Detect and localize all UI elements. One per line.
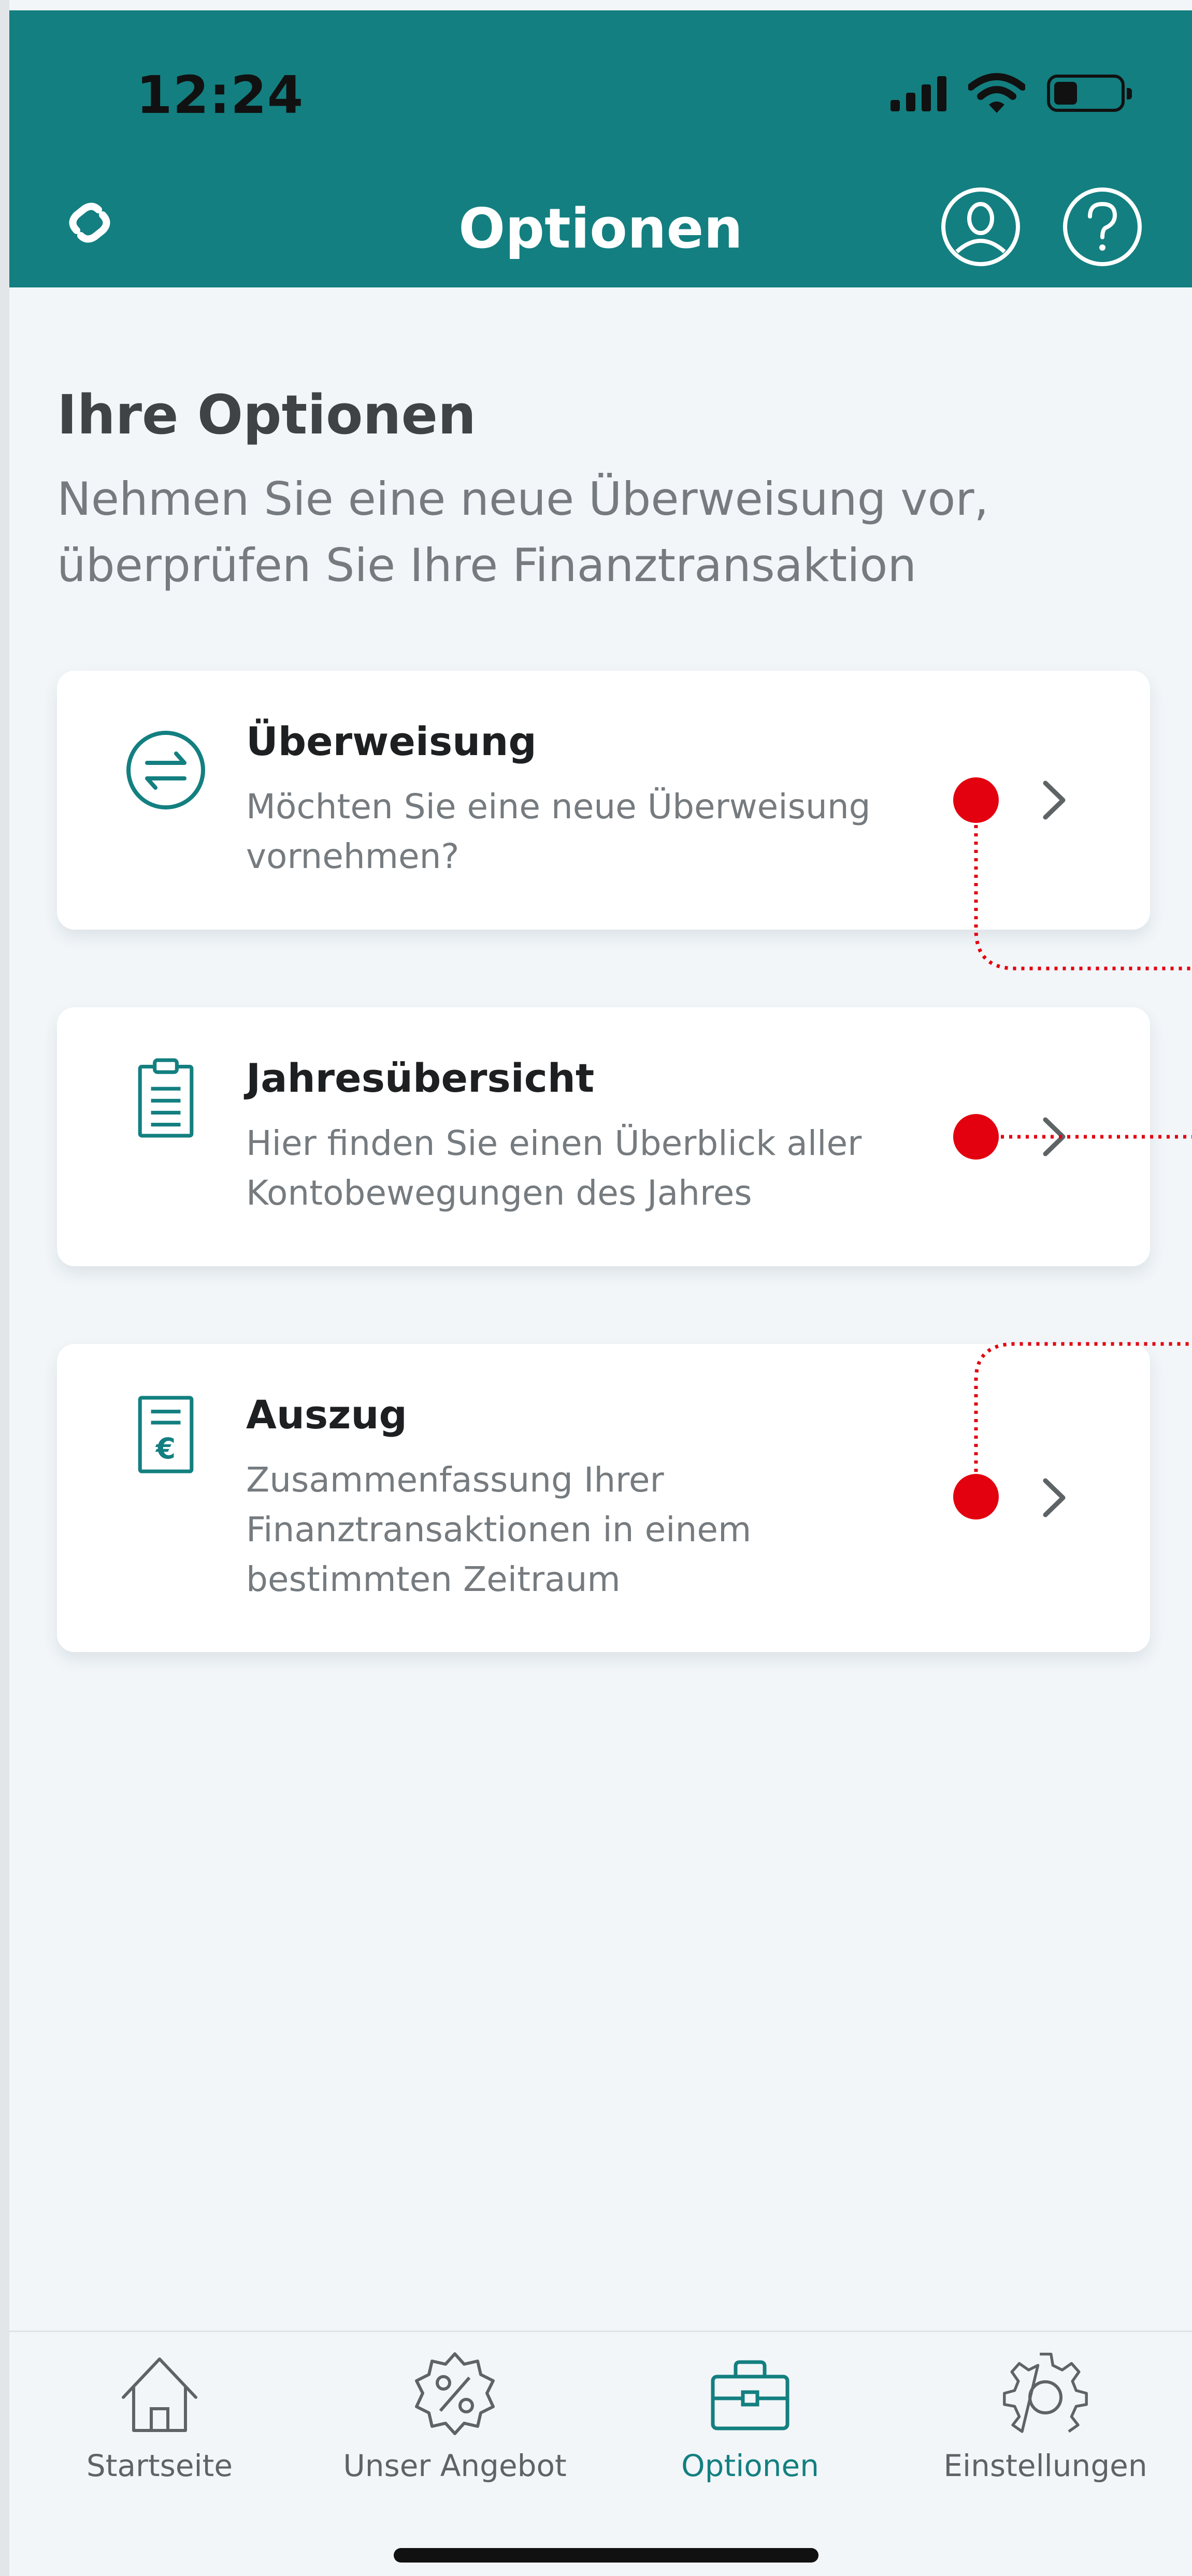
option-card-ueberweisung[interactable]: Überweisung Möchten Sie eine neue Überwe… — [57, 671, 1150, 930]
section-title: Ihre Optionen — [57, 383, 477, 446]
bottom-tab-bar: Startseite Unser Angebot Optionen Einste… — [9, 2331, 1192, 2576]
tab-label: Optionen — [681, 2448, 819, 2483]
tab-label: Unser Angebot — [343, 2448, 567, 2483]
battery-icon — [1047, 75, 1132, 112]
chevron-right-icon — [1043, 780, 1066, 820]
briefcase-icon — [711, 2360, 789, 2430]
cellular-signal-icon — [891, 75, 946, 111]
home-indicator[interactable] — [394, 2548, 818, 2563]
chevron-right-icon — [1043, 1117, 1066, 1156]
percent-badge-icon — [415, 2352, 495, 2435]
euro-document-icon: € — [138, 1396, 194, 1473]
option-description: Hier finden Sie einen Überblick aller Ko… — [246, 1123, 862, 1213]
option-card-auszug[interactable]: € Auszug Zusammenfassung Ihrer Finanztra… — [57, 1344, 1150, 1652]
svg-text:€: € — [155, 1432, 176, 1465]
app-header: 12:24 Optionen — [9, 10, 1192, 287]
option-title: Überweisung — [246, 718, 537, 764]
tab-unser-angebot[interactable]: Unser Angebot — [320, 2348, 590, 2503]
chevron-right-icon — [1043, 1478, 1066, 1517]
option-title: Jahresübersicht — [246, 1055, 595, 1101]
status-time: 12:24 — [136, 65, 304, 125]
option-description: Möchten Sie eine neue Überweisung vorneh… — [246, 787, 871, 876]
option-title: Auszug — [246, 1392, 407, 1438]
transfer-arrows-icon — [126, 731, 205, 809]
help-icon[interactable] — [1061, 185, 1144, 268]
option-description: Zusammenfassung Ihrer Finanztransaktione… — [246, 1460, 752, 1599]
tab-einstellungen[interactable]: Einstellungen — [911, 2348, 1180, 2503]
tab-optionen[interactable]: Optionen — [615, 2348, 885, 2503]
section-subtitle: Nehmen Sie eine neue Überweisung vor, üb… — [57, 472, 989, 592]
wifi-icon — [968, 73, 1025, 113]
profile-icon[interactable] — [939, 185, 1022, 268]
home-icon — [122, 2357, 197, 2432]
status-icons — [891, 73, 1132, 114]
tab-startseite[interactable]: Startseite — [25, 2348, 294, 2503]
tab-label: Einstellungen — [943, 2448, 1147, 2483]
tab-label: Startseite — [86, 2448, 233, 2483]
window-edge — [0, 0, 9, 2576]
clipboard-list-icon — [138, 1058, 194, 1138]
option-card-jahresuebersicht[interactable]: Jahresübersicht Hier finden Sie einen Üb… — [57, 1007, 1150, 1266]
app-screen: 12:24 Optionen Ihre Optionen Nehmen Sie … — [0, 0, 1192, 2576]
gear-icon — [1003, 2352, 1088, 2433]
